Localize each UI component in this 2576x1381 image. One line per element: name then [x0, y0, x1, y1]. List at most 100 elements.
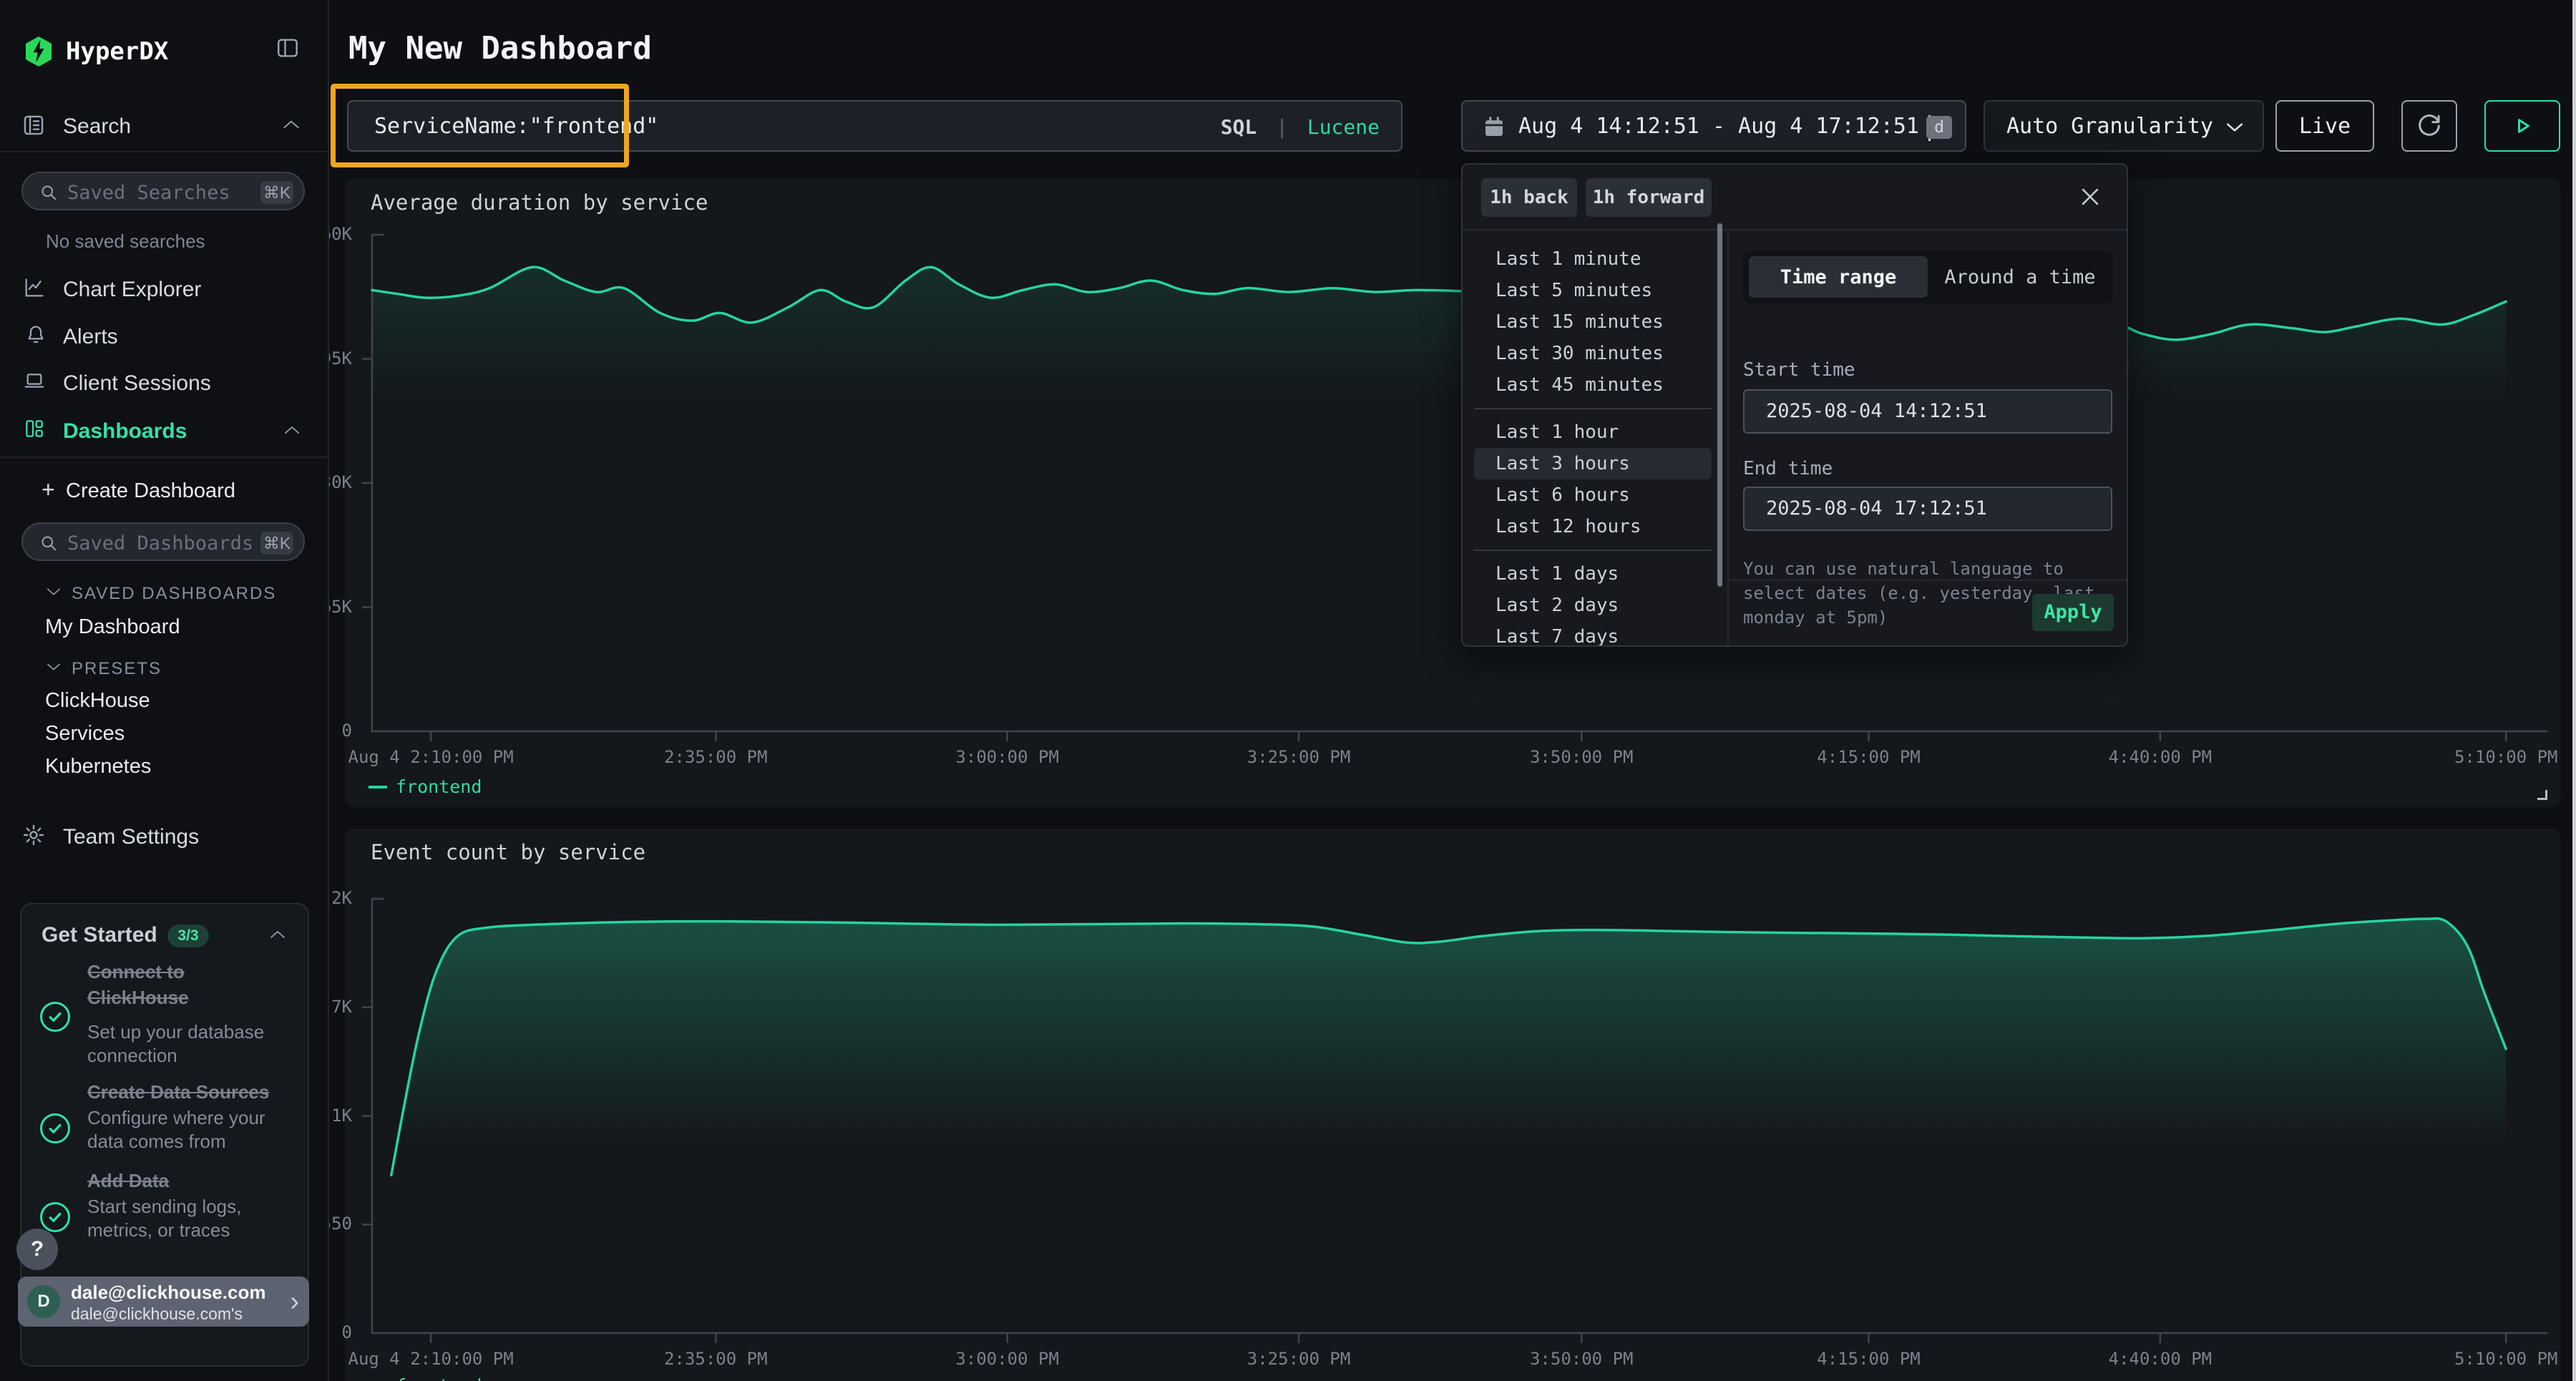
- chart-panel-avg-duration: Average duration by service 260K195K130K…: [345, 179, 2560, 807]
- sidebar-item-clickhouse[interactable]: ClickHouse: [45, 689, 150, 713]
- legend-label: frontend: [396, 776, 482, 797]
- close-icon[interactable]: [2078, 185, 2102, 209]
- scrollbar[interactable]: [1717, 223, 1722, 587]
- sidebar-item-my-dashboard[interactable]: My Dashboard: [45, 615, 180, 639]
- time-range-value: Aug 4 14:12:51 - Aug 4 17:12:51: [1518, 114, 1919, 139]
- chart-legend[interactable]: frontend: [369, 776, 482, 797]
- time-range-option[interactable]: Last 1 hour: [1474, 416, 1712, 448]
- sidebar-item-client-sessions[interactable]: Client Sessions: [0, 368, 328, 401]
- create-dashboard-button[interactable]: + Create Dashboard: [0, 475, 328, 507]
- x-tick-label: 3:25:00 PM: [1184, 747, 1413, 767]
- user-email: dale@clickhouse.com: [71, 1282, 265, 1304]
- brand-name: HyperDX: [66, 37, 168, 66]
- sidebar-item-kubernetes[interactable]: Kubernetes: [45, 755, 151, 779]
- sidebar-item-dashboards[interactable]: Dashboards: [0, 416, 328, 449]
- saved-dashboards-section-header[interactable]: SAVED DASHBOARDS: [0, 581, 328, 607]
- time-range-option[interactable]: Last 12 hours: [1474, 511, 1712, 542]
- shift-back-button[interactable]: 1h back: [1481, 178, 1577, 217]
- chart-canvas: [345, 179, 2560, 807]
- x-tick-label: 3:50:00 PM: [1467, 1349, 1696, 1369]
- get-started-item-desc: Configure where your data comes from: [87, 1106, 265, 1153]
- bell-icon: [24, 323, 47, 347]
- tab-time-range[interactable]: Time range: [1749, 256, 1928, 298]
- tab-around-a-time[interactable]: Around a time: [1933, 256, 2107, 298]
- start-time-input[interactable]: 2025-08-04 14:12:51: [1743, 389, 2112, 434]
- sql-toggle[interactable]: SQL: [1221, 115, 1257, 139]
- apply-button[interactable]: Apply: [2032, 594, 2114, 631]
- saved-dashboards-input[interactable]: Saved Dashboards ⌘K: [21, 522, 305, 561]
- collapse-sidebar-icon[interactable]: [275, 36, 301, 60]
- saved-dashboards-placeholder: Saved Dashboards: [67, 532, 253, 555]
- sidebar-item-label: Team Settings: [63, 825, 199, 849]
- laptop-icon: [23, 369, 46, 392]
- chart-title: Event count by service: [371, 840, 645, 864]
- chart-legend[interactable]: frontend: [369, 1375, 482, 1381]
- end-time-input[interactable]: 2025-08-04 17:12:51: [1743, 487, 2112, 531]
- chevron-right-icon: ›: [290, 1287, 299, 1317]
- start-time-label: Start time: [1743, 359, 1855, 381]
- get-started-item-title[interactable]: Create Data Sources: [87, 1079, 316, 1105]
- legend-swatch: [369, 786, 387, 789]
- lucene-toggle[interactable]: Lucene: [1307, 115, 1380, 139]
- play-icon: [2509, 113, 2535, 139]
- page-title: My New Dashboard: [348, 30, 652, 67]
- presets-section-header[interactable]: PRESETS: [0, 656, 328, 682]
- x-tick-label: 4:40:00 PM: [2046, 1349, 2275, 1369]
- user-team: dale@clickhouse.com's: [71, 1304, 243, 1324]
- refresh-button[interactable]: [2401, 100, 2457, 152]
- user-account-chip[interactable]: D dale@clickhouse.com dale@clickhouse.co…: [18, 1277, 309, 1327]
- get-started-item-title[interactable]: Add Data: [87, 1168, 316, 1194]
- time-range-option[interactable]: Last 5 minutes: [1474, 275, 1712, 306]
- time-range-option[interactable]: Last 1 minute: [1474, 243, 1712, 275]
- create-dashboard-label: Create Dashboard: [66, 479, 235, 503]
- calendar-icon: [1481, 114, 1507, 140]
- time-range-option[interactable]: Last 6 hours: [1474, 479, 1712, 511]
- chart-title: Average duration by service: [371, 190, 708, 215]
- chart-panel-event-count: Event count by service 2.2K1.7K1.1K5500A…: [345, 829, 2560, 1381]
- divider: [1474, 550, 1712, 551]
- time-range-option[interactable]: Last 15 minutes: [1474, 306, 1712, 338]
- keyboard-hint-badge: d: [1926, 116, 1952, 139]
- chevron-down-icon: [46, 662, 62, 672]
- divider: [1474, 408, 1712, 409]
- search-section-icon: [21, 112, 46, 138]
- chevron-up-icon[interactable]: [269, 929, 286, 940]
- series-line-frontend: [372, 267, 2506, 358]
- sidebar-item-team-settings[interactable]: Team Settings: [0, 821, 328, 854]
- time-range-option[interactable]: Last 3 hours: [1474, 448, 1712, 479]
- time-range-option[interactable]: Last 30 minutes: [1474, 338, 1712, 369]
- app-screen: HyperDX Search Saved Searche: [0, 0, 2576, 1381]
- help-button[interactable]: ?: [16, 1229, 58, 1270]
- time-range-option[interactable]: Last 1 days: [1474, 558, 1712, 590]
- time-range-option[interactable]: Last 7 days: [1474, 621, 1712, 647]
- x-tick-label: 4:40:00 PM: [2046, 747, 2275, 767]
- sidebar-item-services[interactable]: Services: [45, 722, 125, 746]
- saved-searches-placeholder: Saved Searches: [67, 182, 230, 204]
- shortcut-badge: ⌘K: [260, 181, 293, 204]
- chevron-up-icon: [283, 424, 301, 436]
- time-range-option[interactable]: Last 45 minutes: [1474, 369, 1712, 401]
- time-range-option[interactable]: Last 2 days: [1474, 590, 1712, 621]
- legend-label: frontend: [396, 1375, 482, 1381]
- no-saved-searches-text: No saved searches: [46, 230, 205, 253]
- toggle-separator: |: [1269, 115, 1295, 139]
- granularity-select[interactable]: Auto Granularity: [1984, 100, 2264, 152]
- get-started-item-title[interactable]: Connect to ClickHouse: [87, 959, 266, 1010]
- x-tick-label: 4:15:00 PM: [1755, 747, 1984, 767]
- x-tick-label: 5:10:00 PM: [2391, 747, 2576, 767]
- sidebar-item-search[interactable]: Search: [0, 111, 328, 147]
- sidebar-item-chart-explorer[interactable]: Chart Explorer: [0, 275, 328, 308]
- time-range-input[interactable]: Aug 4 14:12:51 - Aug 4 17:12:51 d: [1461, 100, 1966, 152]
- sidebar-item-alerts[interactable]: Alerts: [0, 321, 328, 354]
- run-query-button[interactable]: [2484, 100, 2560, 152]
- scrollbar[interactable]: [2572, 0, 2576, 1381]
- chevron-down-icon: [46, 587, 62, 597]
- live-button[interactable]: Live: [2275, 100, 2374, 152]
- avatar: D: [27, 1285, 60, 1318]
- shift-forward-button[interactable]: 1h forward: [1586, 178, 1712, 217]
- check-circle-icon: [40, 1002, 70, 1032]
- time-picker-custom-pane: Time range Around a time Start time 2025…: [1727, 230, 2128, 647]
- quick-range-list: Last 1 minuteLast 5 minutesLast 15 minut…: [1463, 230, 1717, 647]
- saved-searches-input[interactable]: Saved Searches ⌘K: [21, 172, 305, 210]
- panel-resize-handle[interactable]: [2537, 790, 2547, 800]
